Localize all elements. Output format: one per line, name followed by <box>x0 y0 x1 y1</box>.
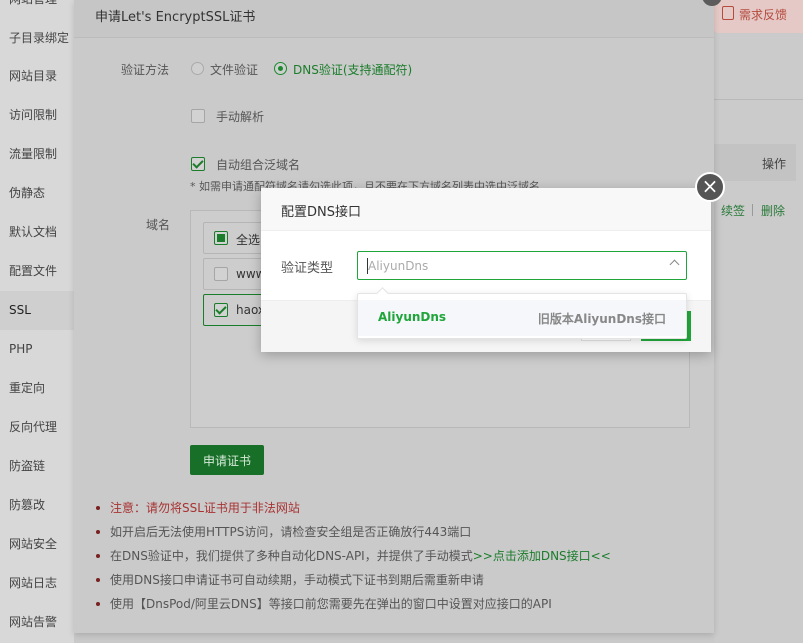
sidebar-item-site-alert[interactable]: 网站告警 <box>0 603 74 642</box>
sidebar-item-site-security[interactable]: 网站安全 <box>0 525 74 564</box>
domain-label: 域名 <box>146 218 171 232</box>
sidebar-item-site-manage[interactable]: 网站管理 <box>0 0 74 19</box>
note-item: 在DNS验证中，我们提供了多种自动化DNS-API，并提供了手动模式>>点击添加… <box>96 548 611 572</box>
ssl-dialog-title: 申请Let's EncryptSSL证书 <box>95 10 256 25</box>
sidebar-item-default-doc[interactable]: 默认文档 <box>0 213 74 252</box>
note-item: 如开启后无法使用HTTPS访问，请检查安全组是否正确放行443端口 <box>96 524 611 548</box>
note-warning: 注意：请勿将SSL证书用于非法网站 <box>96 500 611 524</box>
feedback-label: 需求反馈 <box>739 8 788 22</box>
verify-method-label: 验证方法 <box>121 63 170 77</box>
select-all-checkbox[interactable] <box>214 231 228 245</box>
background-panel <box>714 0 803 643</box>
domain-checkbox[interactable] <box>214 267 228 281</box>
domain-checkbox[interactable] <box>214 303 228 317</box>
note-text: 在DNS验证中，我们提供了多种自动化DNS-API，并提供了手动模式 <box>110 549 473 563</box>
radio-dns-verify[interactable] <box>274 62 287 75</box>
radio-dns-verify-label[interactable]: DNS验证(支持通配符) <box>293 61 412 78</box>
renew-link[interactable]: 续签 <box>721 202 745 219</box>
manual-parse-label: 手动解析 <box>216 110 265 124</box>
divider <box>752 204 753 216</box>
sidebar-item-traffic-limit[interactable]: 流量限制 <box>0 135 74 174</box>
sidebar-item-config-file[interactable]: 配置文件 <box>0 252 74 291</box>
ssl-dialog-header: 申请Let's EncryptSSL证书 <box>74 0 714 38</box>
apply-certificate-button[interactable]: 申请证书 <box>190 445 264 475</box>
feedback-icon <box>722 6 734 20</box>
auto-wildcard-checkbox[interactable] <box>191 157 205 171</box>
note-item: 使用DNS接口申请证书可自动续期，手动模式下证书到期后需重新申请 <box>96 572 611 596</box>
sidebar-item-reverse-proxy[interactable]: 反向代理 <box>0 408 74 447</box>
sidebar-item-site-dir[interactable]: 网站目录 <box>0 57 74 96</box>
sidebar-item-rewrite[interactable]: 伪静态 <box>0 174 74 213</box>
sidebar-item-ssl[interactable]: SSL <box>0 291 74 330</box>
divider <box>714 99 803 100</box>
sidebar-item-subdir[interactable]: 子目录绑定 <box>0 19 74 58</box>
verify-type-dropdown: AliyunDns 旧版本AliyunDns接口 <box>357 293 687 339</box>
sidebar-item-redirect[interactable]: 重定向 <box>0 369 74 408</box>
sidebar: 网站管理 子目录绑定 网站目录 访问限制 流量限制 伪静态 默认文档 配置文件 … <box>0 0 74 643</box>
dropdown-option-aliyundns[interactable]: AliyunDns 旧版本AliyunDns接口 <box>358 300 686 336</box>
verify-type-label: 验证类型 <box>281 261 334 276</box>
sidebar-item-hotlink[interactable]: 防盗链 <box>0 447 74 486</box>
verify-type-select[interactable]: AliyunDns <box>357 251 687 280</box>
dns-modal-title: 配置DNS接口 <box>281 205 361 220</box>
dns-modal-header: 配置DNS接口 <box>261 188 711 231</box>
auto-wildcard-label: 自动组合泛域名 <box>216 158 301 172</box>
delete-link[interactable]: 删除 <box>761 202 785 219</box>
chevron-up-icon <box>669 259 680 270</box>
close-icon[interactable]: × <box>695 172 725 202</box>
radio-file-verify[interactable] <box>191 62 204 75</box>
sidebar-item-php[interactable]: PHP <box>0 330 74 369</box>
notes-list: 注意：请勿将SSL证书用于非法网站 如开启后无法使用HTTPS访问，请检查安全组… <box>96 500 611 620</box>
option-name: AliyunDns <box>378 310 447 324</box>
radio-file-verify-label[interactable]: 文件验证 <box>210 61 258 78</box>
table-header: 操作 <box>714 144 796 181</box>
domain-text: 全选 <box>236 233 261 247</box>
sidebar-item-site-log[interactable]: 网站日志 <box>0 564 74 603</box>
note-item: 使用【DnsPod/阿里云DNS】等接口前您需要先在弹出的窗口中设置对应接口的A… <box>96 596 611 620</box>
option-description: 旧版本AliyunDns接口 <box>537 312 666 326</box>
sidebar-item-tamper-proof[interactable]: 防篡改 <box>0 486 74 525</box>
table-header-action: 操作 <box>761 157 786 171</box>
manual-parse-checkbox[interactable] <box>191 109 205 123</box>
sidebar-item-access-limit[interactable]: 访问限制 <box>0 96 74 135</box>
verify-type-placeholder: AliyunDns <box>368 259 429 273</box>
add-dns-interface-link[interactable]: >>点击添加DNS接口<< <box>473 549 611 563</box>
feedback-button[interactable]: 需求反馈 <box>714 0 803 33</box>
